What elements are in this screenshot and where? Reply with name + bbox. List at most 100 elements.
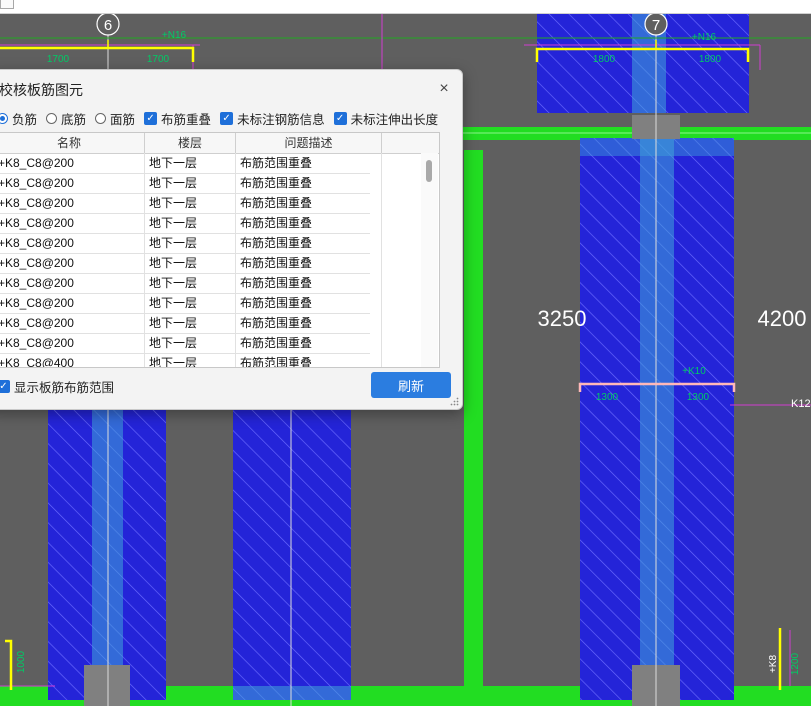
cell-floor: 地下一层: [145, 153, 236, 173]
slab-band: [580, 138, 734, 156]
cell-floor: 地下一层: [145, 313, 236, 333]
rebar-label: +N16: [162, 30, 187, 41]
cell-name: +K8_C8@200: [0, 253, 145, 273]
show-range-checkbox[interactable]: ✓ 显示板筋布筋范围: [0, 377, 114, 396]
checkbox-checked-icon: ✓: [220, 111, 234, 125]
span-label: 1700: [47, 54, 70, 65]
column-header-description[interactable]: 问题描述: [236, 133, 382, 153]
cell-floor: 地下一层: [145, 333, 236, 353]
table-row[interactable]: +K8_C8@200 地下一层 布筋范围重叠: [0, 153, 382, 174]
cell-name: +K8_C8@200: [0, 193, 145, 213]
dimension-text: 4200: [758, 306, 807, 331]
resize-grip-icon[interactable]: [450, 397, 459, 406]
table-header: 名称 楼层 问题描述: [0, 133, 439, 154]
rebar-label: +K10: [682, 366, 706, 377]
cell-description: 布筋范围重叠: [236, 193, 382, 213]
issues-table[interactable]: 名称 楼层 问题描述 +K8_C8@200 地下一层 布筋范围重叠 +K8_C8@20…: [0, 132, 440, 368]
cell-floor: 地下一层: [145, 233, 236, 253]
rebar-label: +K8: [768, 655, 779, 674]
cell-name: +K8_C8@200: [0, 233, 145, 253]
radio-label: 负筋: [12, 112, 38, 127]
checkbox-label: 布筋重叠: [161, 112, 212, 127]
checkbox-checked-icon: ✓: [333, 111, 347, 125]
span-label: 1300: [687, 392, 710, 403]
scrollbar-thumb[interactable]: [426, 160, 432, 182]
table-row[interactable]: +K8_C8@200 地下一层 布筋范围重叠: [0, 193, 382, 214]
span-label: 1000: [16, 650, 27, 673]
cell-floor: 地下一层: [145, 253, 236, 273]
checkbox-label: 未标注伸出长度: [350, 112, 439, 127]
column-strip: [640, 138, 674, 700]
rebar-label: +N16: [692, 32, 717, 43]
beam-vertical: [464, 150, 483, 690]
radio-bottom-rebar[interactable]: 底筋: [46, 109, 86, 128]
close-button[interactable]: ×: [433, 78, 455, 100]
cell-name: +K8_C8@200: [0, 313, 145, 333]
cell-floor: 地下一层: [145, 193, 236, 213]
cell-name: +K8_C8@200: [0, 273, 145, 293]
radio-icon: [46, 112, 58, 124]
cell-name: +K8_C8@200: [0, 333, 145, 353]
cell-floor: 地下一层: [145, 353, 236, 367]
check-slab-rebar-dialog: 校核板筋图元 × 负筋 底筋 面筋 ✓ 布筋重叠 ✓ 未标注钢筋信息 ✓ 未标注…: [0, 69, 463, 410]
cell-name: +K8_C8@200: [0, 213, 145, 233]
span-label: 1800: [593, 54, 616, 65]
check-missing-length[interactable]: ✓ 未标注伸出长度: [333, 109, 439, 128]
slab-band: [233, 686, 351, 700]
refresh-button[interactable]: 刷新: [371, 372, 451, 398]
vertical-scrollbar[interactable]: [421, 153, 438, 367]
column-header-floor[interactable]: 楼层: [145, 133, 236, 153]
cell-description: 布筋范围重叠: [236, 153, 382, 173]
cell-floor: 地下一层: [145, 213, 236, 233]
table-row[interactable]: +K8_C8@200 地下一层 布筋范围重叠: [0, 293, 382, 314]
table-row[interactable]: +K8_C8@200 地下一层 布筋范围重叠: [0, 173, 382, 194]
table-row[interactable]: +K8_C8@200 地下一层 布筋范围重叠: [0, 233, 382, 254]
span-label: 1800: [699, 54, 722, 65]
cell-name: +K8_C8@200: [0, 153, 145, 173]
checkbox-label: 显示板筋布筋范围: [14, 381, 115, 395]
radio-negative-rebar[interactable]: 负筋: [0, 109, 37, 128]
radio-label: 面筋: [110, 112, 136, 127]
close-icon: ×: [439, 80, 449, 97]
table-row[interactable]: +K8_C8@400 地下一层 布筋范围重叠: [0, 353, 382, 367]
table-row[interactable]: +K8_C8@200 地下一层 布筋范围重叠: [0, 273, 382, 294]
table-row[interactable]: +K8_C8@200 地下一层 布筋范围重叠: [0, 333, 382, 354]
table-row[interactable]: +K8_C8@200 地下一层 布筋范围重叠: [0, 313, 382, 334]
cell-floor: 地下一层: [145, 293, 236, 313]
axis-number: 6: [104, 17, 112, 34]
checkbox-label: 未标注钢筋信息: [237, 112, 325, 127]
cell-description: 布筋范围重叠: [236, 273, 382, 293]
radio-selected-icon: [0, 112, 8, 124]
dimension-text: 3250: [538, 306, 587, 331]
span-label: 1200: [790, 652, 801, 675]
table-row[interactable]: +K8_C8@200 地下一层 布筋范围重叠: [0, 213, 382, 234]
toolbar-tab[interactable]: [0, 0, 14, 9]
slab-region[interactable]: [233, 400, 351, 700]
checkbox-checked-icon: ✓: [0, 380, 10, 393]
cell-description: 布筋范围重叠: [236, 293, 382, 313]
cell-description: 布筋范围重叠: [236, 253, 382, 273]
cell-floor: 地下一层: [145, 273, 236, 293]
filter-options: 负筋 底筋 面筋 ✓ 布筋重叠 ✓ 未标注钢筋信息 ✓ 未标注伸出长度: [0, 109, 447, 127]
radio-icon: [95, 112, 107, 124]
cell-name: +K8_C8@200: [0, 173, 145, 193]
radio-top-rebar[interactable]: 面筋: [95, 109, 135, 128]
check-overlap[interactable]: ✓ 布筋重叠: [144, 109, 211, 128]
radio-label: 底筋: [61, 112, 87, 127]
cell-name: +K8_C8@200: [0, 293, 145, 313]
cell-description: 布筋范围重叠: [236, 213, 382, 233]
cell-description: 布筋范围重叠: [236, 333, 382, 353]
checkbox-checked-icon: ✓: [144, 111, 158, 125]
top-toolbar-strip: [0, 0, 811, 14]
cell-description: 布筋范围重叠: [236, 353, 382, 367]
rebar-label: K12: [791, 398, 811, 410]
column: [84, 665, 130, 706]
cell-description: 布筋范围重叠: [236, 173, 382, 193]
span-label: 1700: [147, 54, 170, 65]
span-label: 1300: [596, 392, 619, 403]
table-row[interactable]: +K8_C8@200 地下一层 布筋范围重叠: [0, 253, 382, 274]
column-header-name[interactable]: 名称: [0, 133, 145, 153]
check-missing-info[interactable]: ✓ 未标注钢筋信息: [220, 109, 325, 128]
dialog-title: 校核板筋图元: [0, 82, 83, 98]
cell-floor: 地下一层: [145, 173, 236, 193]
